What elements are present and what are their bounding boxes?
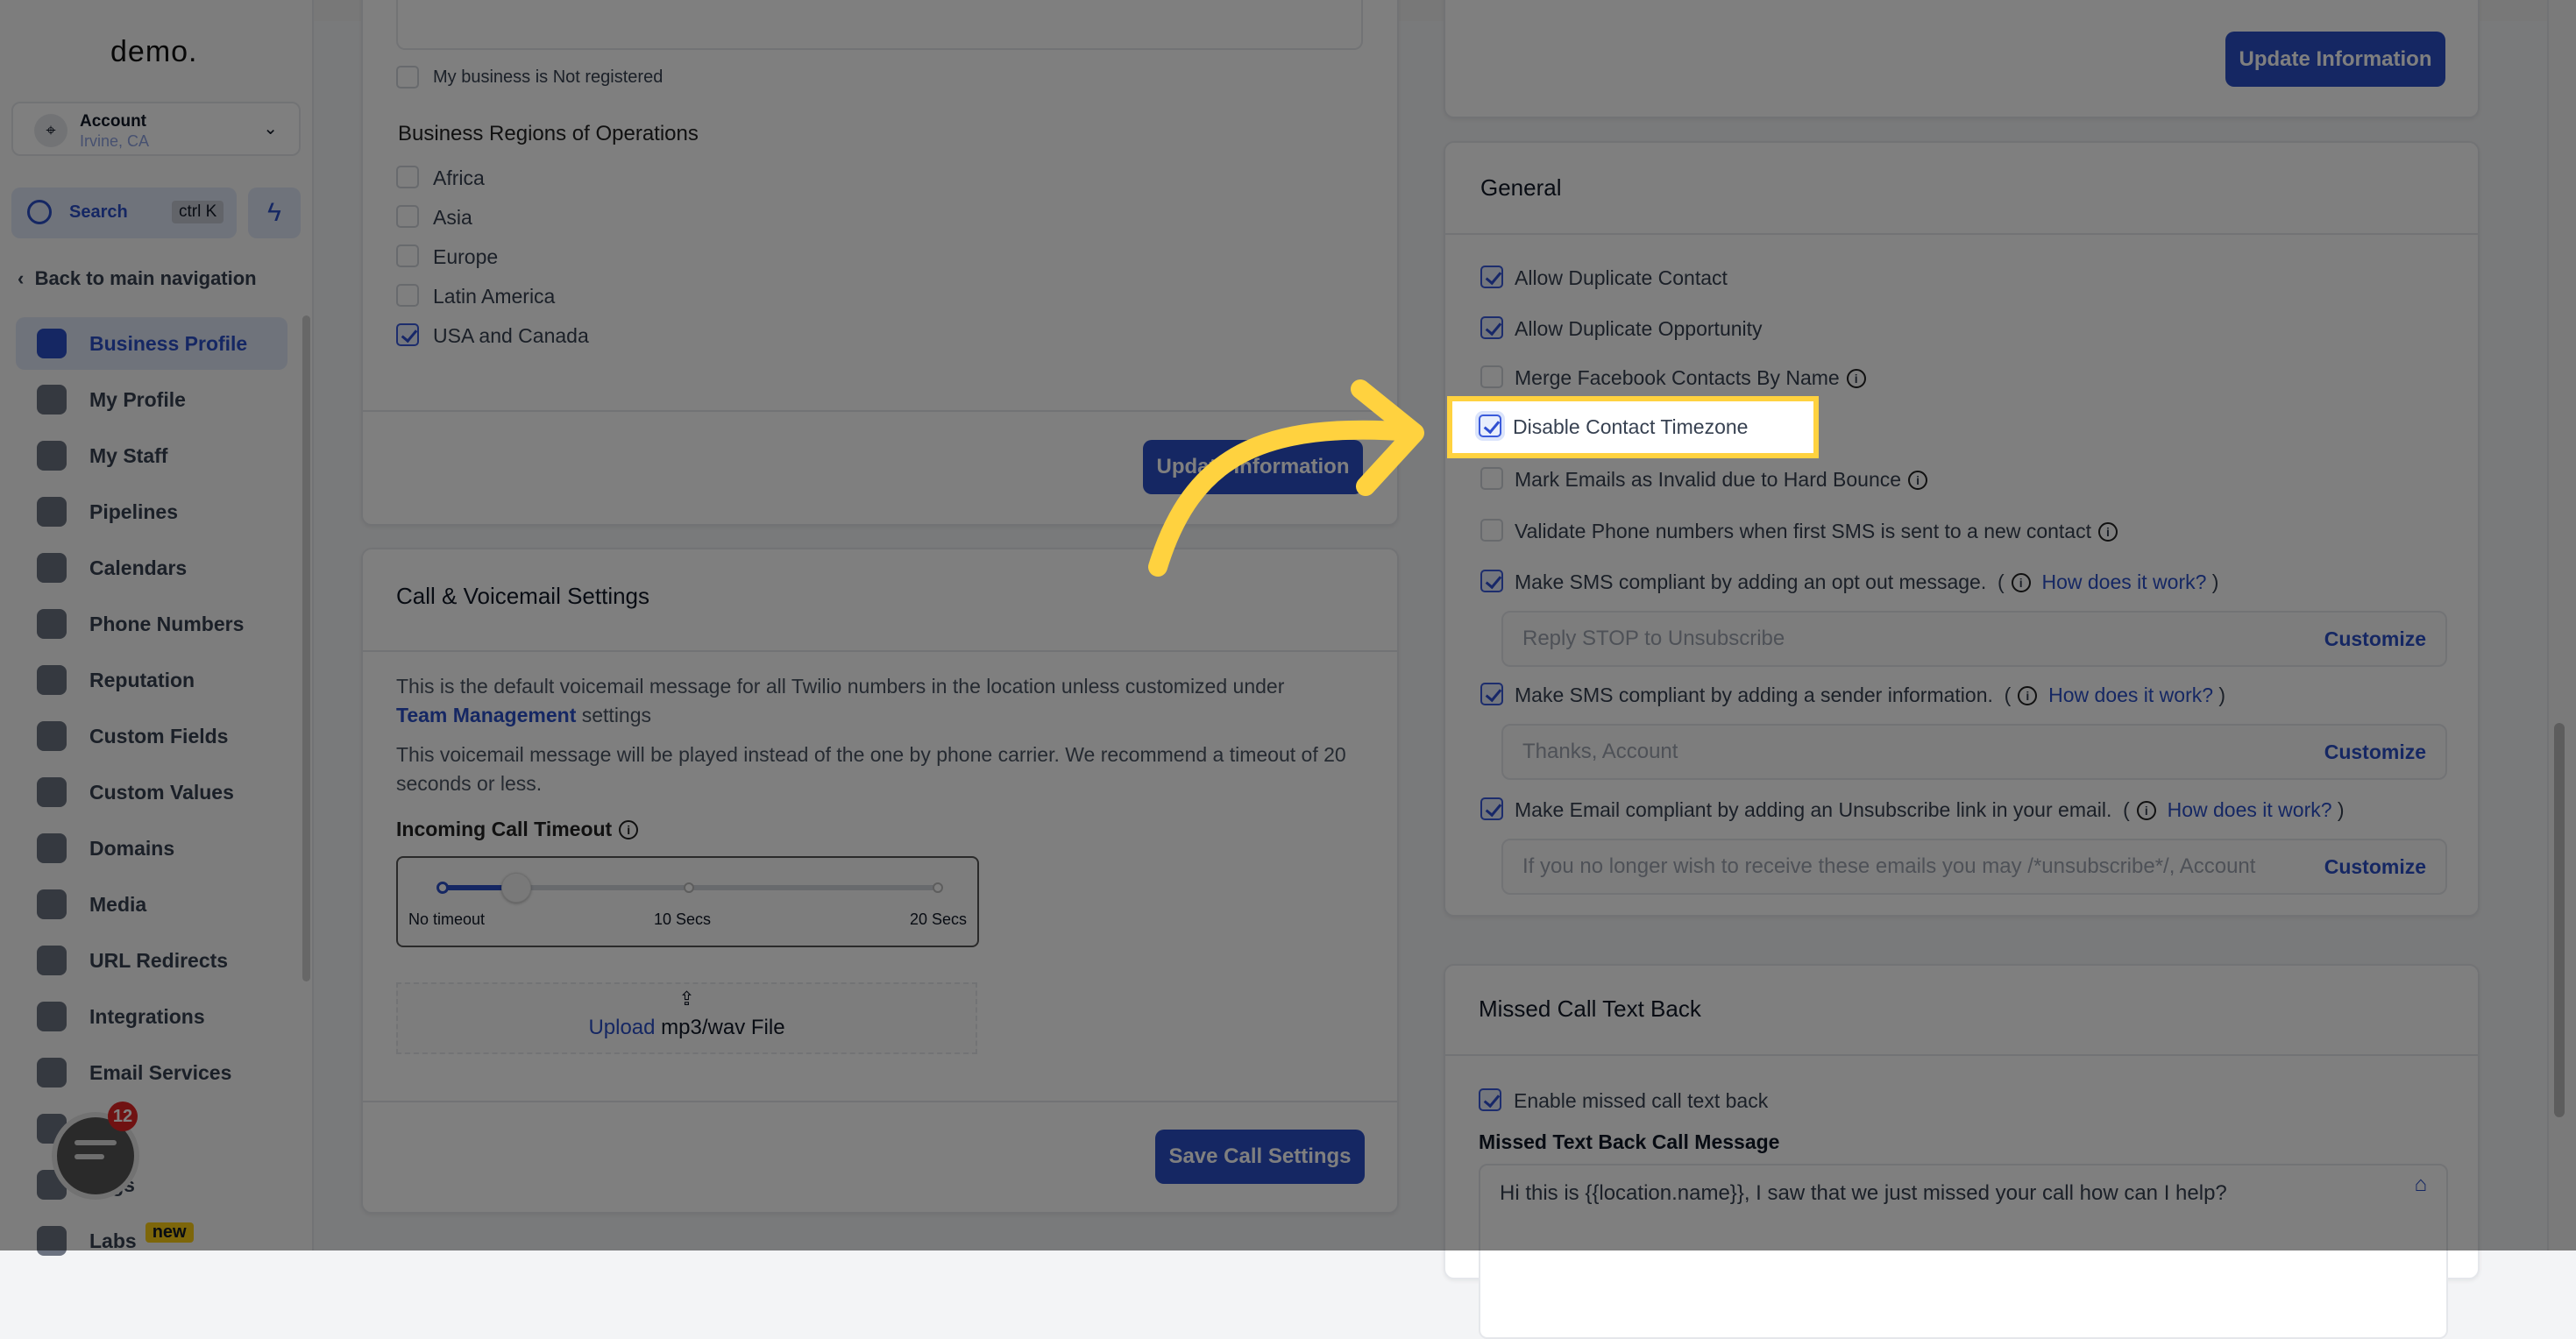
pointer-arrow-icon xyxy=(1148,379,1424,577)
arrow-shaft xyxy=(1148,420,1423,577)
